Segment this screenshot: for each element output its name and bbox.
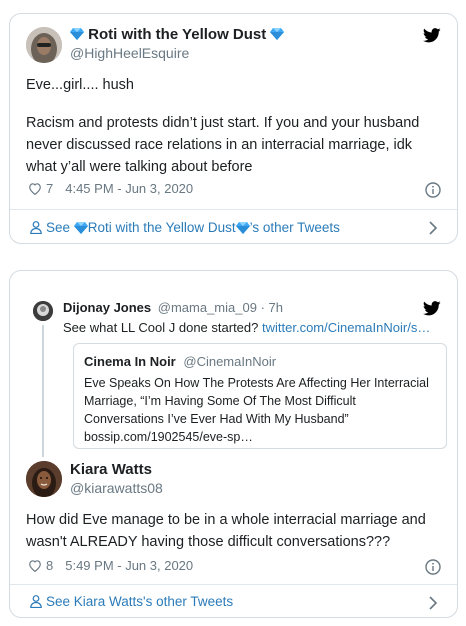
gem-icon: [270, 28, 284, 40]
chevron-right-icon[interactable]: [428, 221, 438, 235]
parent-author-handle[interactable]: @mama_mia_09: [158, 300, 257, 315]
divider: [10, 209, 457, 210]
chevron-right-icon[interactable]: [428, 596, 438, 610]
footer-suffix: ’s other Tweets: [249, 220, 340, 235]
person-icon: [30, 595, 42, 608]
parent-author-name[interactable]: Dijonay Jones: [63, 300, 151, 315]
tweet-text-body: How did Eve manage to be in a whole inte…: [26, 512, 426, 550]
gem-icon: [236, 222, 250, 234]
tweet-text-line-1: Eve...girl.... hush: [26, 77, 134, 93]
gem-icon: [74, 222, 88, 234]
parent-avatar[interactable]: [33, 301, 53, 321]
author-name[interactable]: Kiara Watts: [70, 461, 152, 478]
person-icon: [30, 221, 42, 234]
like-count[interactable]: 8: [46, 558, 53, 573]
quoted-author: Cinema In Noir @CinemaInNoir: [84, 354, 276, 369]
parent-age[interactable]: 7h: [269, 300, 283, 315]
author-name[interactable]: Roti with the Yellow Dust: [70, 26, 284, 43]
avatar[interactable]: [26, 27, 62, 63]
thread-line: [42, 325, 44, 457]
timestamp[interactable]: 5:49 PM - Jun 3, 2020: [65, 558, 193, 573]
parent-text-body: See what LL Cool J done started?: [63, 320, 259, 335]
gem-icon: [70, 28, 84, 40]
heart-icon[interactable]: [28, 559, 42, 572]
author-handle[interactable]: @HighHeelEsquire: [70, 45, 189, 61]
tweet-text-body: Racism and protests didn’t just start. I…: [26, 115, 420, 175]
parent-text: See what LL Cool J done started? twitter…: [63, 320, 430, 335]
twitter-bird-icon[interactable]: [423, 301, 441, 316]
timestamp[interactable]: 4:45 PM - Jun 3, 2020: [65, 181, 193, 196]
info-icon[interactable]: [425, 559, 441, 575]
parent-link[interactable]: twitter.com/CinemaInNoir/s…: [262, 320, 430, 335]
like-count[interactable]: 7: [46, 181, 53, 196]
other-tweets-link[interactable]: See Roti with the Yellow Dust ’s other T…: [30, 220, 340, 235]
footer-name: Roti with the Yellow Dust: [87, 220, 236, 235]
footer-prefix: See: [46, 220, 74, 235]
other-tweets-link[interactable]: See Kiara Watts's other Tweets: [30, 594, 233, 609]
quoted-tweet[interactable]: Cinema In Noir @CinemaInNoir Eve Speaks …: [73, 343, 447, 449]
quoted-author-name: Cinema In Noir: [84, 354, 176, 369]
twitter-bird-icon[interactable]: [423, 28, 441, 43]
heart-icon[interactable]: [28, 182, 42, 195]
info-icon[interactable]: [425, 182, 441, 198]
tweet-meta: 7 4:45 PM - Jun 3, 2020: [28, 181, 193, 196]
tweet-card-2: Dijonay Jones @mama_mia_09 · 7h See what…: [9, 270, 458, 618]
divider: [10, 584, 457, 585]
tweet-meta: 8 5:49 PM - Jun 3, 2020: [28, 558, 193, 573]
author-handle[interactable]: @kiarawatts08: [70, 480, 163, 496]
avatar[interactable]: [26, 461, 62, 497]
footer-text: See Kiara Watts's other Tweets: [46, 594, 234, 609]
author-name-text: Roti with the Yellow Dust: [88, 26, 267, 43]
quoted-author-handle: @CinemaInNoir: [183, 354, 277, 369]
parent-header: Dijonay Jones @mama_mia_09 · 7h: [63, 300, 283, 315]
quoted-text: Eve Speaks On How The Protests Are Affec…: [84, 376, 429, 444]
tweet-card-1: Roti with the Yellow Dust @HighHeelEsqui…: [9, 13, 458, 244]
separator: ·: [260, 300, 265, 315]
